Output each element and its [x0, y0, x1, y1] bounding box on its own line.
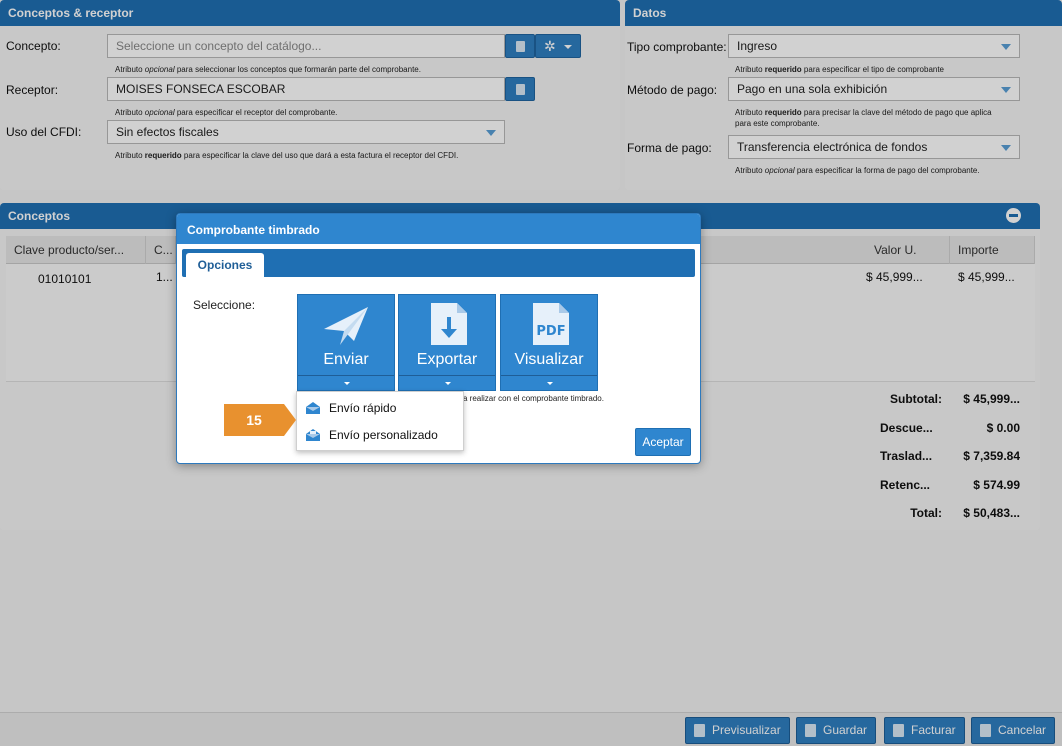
- enviar-label: Enviar: [323, 351, 369, 368]
- visualizar-label: Visualizar: [514, 351, 584, 368]
- step-callout: 15: [224, 404, 296, 436]
- exportar-button[interactable]: Exportar: [398, 294, 496, 391]
- enviar-button[interactable]: Enviar: [297, 294, 395, 391]
- enviar-dropdown-caret-icon[interactable]: [344, 382, 350, 385]
- pdf-file-icon: PDF: [533, 303, 569, 345]
- dialog-tabbar: Opciones: [182, 249, 695, 277]
- menu-item-envio-rapido[interactable]: Envío rápido: [297, 395, 463, 421]
- download-file-icon: [431, 303, 467, 345]
- paper-plane-icon: [324, 307, 368, 345]
- envelope-open-icon: [306, 402, 320, 414]
- envelope-edit-icon: [306, 429, 320, 441]
- tab-opciones[interactable]: Opciones: [186, 253, 264, 277]
- aceptar-button[interactable]: Aceptar: [635, 428, 691, 456]
- dialog-title: Comprobante timbrado: [177, 214, 700, 244]
- dialog-hint: a realizar con el comprobante timbrado.: [463, 394, 604, 403]
- exportar-dropdown-caret-icon[interactable]: [445, 382, 451, 385]
- seleccione-label: Seleccione:: [193, 298, 256, 312]
- menu-item-label: Envío rápido: [329, 401, 397, 415]
- exportar-label: Exportar: [416, 351, 478, 368]
- visualizar-button[interactable]: PDF Visualizar: [500, 294, 598, 391]
- menu-item-envio-personalizado[interactable]: Envío personalizado: [297, 422, 463, 448]
- menu-item-label: Envío personalizado: [329, 428, 438, 442]
- visualizar-dropdown-caret-icon[interactable]: [547, 382, 553, 385]
- enviar-dropdown-menu: Envío rápido Envío personalizado: [296, 391, 464, 451]
- pdf-icon-text: PDF: [536, 324, 565, 339]
